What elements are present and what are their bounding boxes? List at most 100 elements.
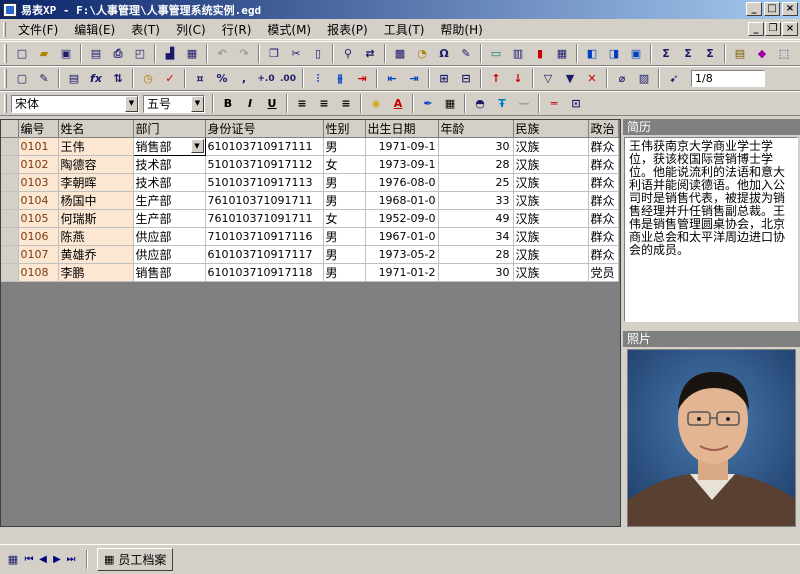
mdi-restore-button[interactable]: ❐: [765, 22, 781, 36]
cell-nation[interactable]: 汉族: [513, 227, 589, 246]
table-row[interactable]: 0102 陶德容 技术部 510103710917112 女 1973-09-1 28 汉族群…: [1, 155, 619, 174]
column-header-code[interactable]: 编号: [18, 120, 59, 138]
split-icon[interactable]: ⊟: [455, 68, 477, 90]
undo-icon[interactable]: ↶: [211, 43, 233, 65]
check-icon[interactable]: ✓: [159, 68, 181, 90]
table-row[interactable]: 0104 杨国中 生产部 761010371091711 男 1968-01-0 33 汉族群…: [1, 191, 619, 210]
menu-mode[interactable]: 模式(M): [259, 21, 319, 38]
insert-row-right-icon[interactable]: ⇥: [403, 68, 425, 90]
cell-age[interactable]: 30: [438, 137, 514, 156]
image-icon[interactable]: ▨: [633, 68, 655, 90]
sheet-tab-employees[interactable]: ▦ 员工档案: [97, 548, 174, 571]
calculator-icon[interactable]: ▩: [389, 43, 411, 65]
cell-age[interactable]: 33: [438, 191, 514, 210]
cell-sex[interactable]: 男: [323, 191, 366, 210]
menu-table[interactable]: 表(T): [123, 21, 168, 38]
cell-politics[interactable]: 群众: [588, 137, 619, 156]
cell-sex[interactable]: 女: [323, 209, 366, 228]
cell-nation[interactable]: 汉族: [513, 137, 589, 156]
align-center-icon[interactable]: ≡: [313, 93, 335, 115]
cell-id[interactable]: 761010371091711: [205, 191, 324, 210]
cell-politics[interactable]: 群众: [588, 209, 619, 228]
mdi-minimize-button[interactable]: _: [748, 22, 764, 36]
cell-style-icon[interactable]: ⊡: [565, 93, 587, 115]
format-icon[interactable]: ⬚: [773, 43, 795, 65]
cell-politics[interactable]: 群众: [588, 155, 619, 174]
link-icon[interactable]: ◆: [751, 43, 773, 65]
first-record-icon[interactable]: ⏮: [22, 553, 36, 567]
decrease-decimal-icon[interactable]: .00: [277, 68, 299, 90]
list-icon[interactable]: ▤: [63, 68, 85, 90]
double-line-icon[interactable]: ═: [543, 93, 565, 115]
menu-report[interactable]: 报表(P): [319, 21, 376, 38]
print-preview-icon[interactable]: ◰: [129, 43, 151, 65]
function-icon[interactable]: fx: [85, 68, 107, 90]
redo-icon[interactable]: ↷: [233, 43, 255, 65]
cell-id[interactable]: 761010371091711: [205, 209, 324, 228]
table-row[interactable]: 0107 黄雄乔 供应部 610103710917117 男 1973-05-2 28 汉族群…: [1, 245, 619, 264]
open-icon[interactable]: ▰: [33, 43, 55, 65]
cell-code[interactable]: 0107: [18, 245, 59, 264]
cell-politics[interactable]: 群众: [588, 191, 619, 210]
cell-nation[interactable]: 汉族: [513, 155, 589, 174]
cell-dept[interactable]: 生产部: [133, 191, 206, 210]
cell-name[interactable]: 黄雄乔: [58, 245, 134, 264]
paint-bucket-icon[interactable]: ◓: [469, 93, 491, 115]
row-header[interactable]: [1, 263, 19, 282]
copy-icon[interactable]: ❐: [263, 43, 285, 65]
sort-ascending-icon[interactable]: ↑: [485, 68, 507, 90]
data-icon[interactable]: ▤: [729, 43, 751, 65]
align-right-icon[interactable]: ≡: [335, 93, 357, 115]
chevron-down-icon[interactable]: ▼: [191, 95, 204, 112]
split-left-icon[interactable]: ◧: [581, 43, 603, 65]
line-style-icon[interactable]: —: [513, 93, 535, 115]
cell-dept[interactable]: 销售部: [133, 263, 206, 282]
row-header[interactable]: [1, 155, 19, 174]
cell-dept[interactable]: 供应部: [133, 227, 206, 246]
chart-wizard-icon[interactable]: ▟: [159, 43, 181, 65]
column-header-nation[interactable]: 民族: [513, 120, 589, 138]
table-row[interactable]: 0108 李鹏 销售部 610103710917118 男 1971-01-2 30 汉族 党员: [1, 263, 619, 282]
row-header[interactable]: [1, 173, 19, 192]
symbol-icon[interactable]: Ω: [433, 43, 455, 65]
report-icon[interactable]: ▦: [181, 43, 203, 65]
card-view-icon[interactable]: ▥: [507, 43, 529, 65]
row-header[interactable]: [1, 137, 19, 156]
cell-code[interactable]: 0103: [18, 173, 59, 192]
last-record-icon[interactable]: ⏭: [64, 553, 78, 567]
row-header[interactable]: [1, 191, 19, 210]
sum-column-icon[interactable]: Σ: [677, 43, 699, 65]
currency-icon[interactable]: ¤: [189, 68, 211, 90]
cell-dept[interactable]: 生产部: [133, 209, 206, 228]
cell-age[interactable]: 34: [438, 227, 514, 246]
cell-code[interactable]: 0108: [18, 263, 59, 282]
advanced-filter-icon[interactable]: ▼: [559, 68, 581, 90]
comma-icon[interactable]: ,: [233, 68, 255, 90]
bar-chart-icon[interactable]: ▮: [529, 43, 551, 65]
menu-column[interactable]: 列(C): [168, 21, 214, 38]
menu-tools[interactable]: 工具(T): [376, 21, 433, 38]
sum-row-icon[interactable]: Σ: [699, 43, 721, 65]
cell-dept[interactable]: 技术部: [133, 155, 206, 174]
page-setup-icon[interactable]: ▤: [85, 43, 107, 65]
cell-age[interactable]: 28: [438, 245, 514, 264]
cell-code[interactable]: 0105: [18, 209, 59, 228]
cell-id[interactable]: 510103710917113: [205, 173, 324, 192]
cell-name[interactable]: 李鹏: [58, 263, 134, 282]
cell-birth[interactable]: 1967-01-0: [365, 227, 439, 246]
row-header[interactable]: [1, 227, 19, 246]
percent-icon[interactable]: %: [211, 68, 233, 90]
page-indicator[interactable]: 1/8: [691, 70, 765, 87]
replace-icon[interactable]: ⇄: [359, 43, 381, 65]
table-row[interactable]: 0106 陈燕 供应部 710103710917116 男 1967-01-0 34 汉族 群众: [1, 227, 619, 246]
sum-icon[interactable]: Σ: [655, 43, 677, 65]
cell-nation[interactable]: 汉族: [513, 173, 589, 192]
cell-birth[interactable]: 1952-09-0: [365, 209, 439, 228]
cell-nation[interactable]: 汉族: [513, 263, 589, 282]
find-icon[interactable]: ⚲: [337, 43, 359, 65]
cell-nation[interactable]: 汉族: [513, 245, 589, 264]
clear-filter-icon[interactable]: ✕: [581, 68, 603, 90]
cell-id[interactable]: 710103710917116: [205, 227, 324, 246]
new-icon[interactable]: □: [11, 43, 33, 65]
borders-icon[interactable]: ▦: [439, 93, 461, 115]
